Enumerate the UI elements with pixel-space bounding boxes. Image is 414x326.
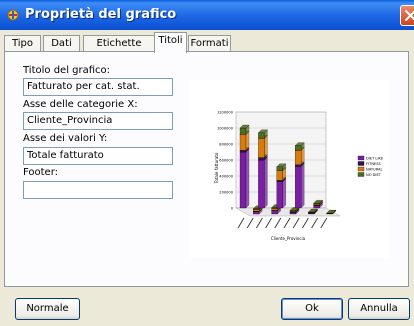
category-axis-input[interactable]: Cliente_Provincia [23, 112, 173, 130]
x-tick-label [292, 217, 300, 229]
tab-titoli[interactable]: Titoli [154, 32, 187, 53]
y-tick-label: 0 [231, 207, 234, 211]
bar [258, 157, 265, 161]
x-tick-label [283, 217, 291, 229]
footer-input[interactable] [23, 181, 173, 199]
chart-title-input[interactable]: Fatturato per cat. stat. [23, 78, 173, 96]
tab-dati[interactable]: Dati [43, 35, 80, 52]
x-tick-label [302, 217, 309, 229]
y-tick-label: 800000 [219, 143, 233, 147]
bar [276, 166, 283, 171]
bar [271, 210, 278, 215]
y-tick-label: 1200000 [217, 111, 234, 115]
y-axis-label: Totale fatturato [214, 152, 219, 184]
close-button[interactable] [400, 5, 414, 26]
chart-properties-dialog: Proprietà del grafico Tipo Dati Etichett… [0, 0, 414, 326]
bar [258, 138, 265, 158]
bar [276, 180, 283, 182]
bar [253, 209, 260, 212]
bar [313, 203, 320, 206]
legend-swatch [357, 161, 365, 166]
bar [253, 211, 260, 215]
value-axis-label: Asse dei valori Y: [23, 133, 108, 144]
x-tick-label [265, 217, 272, 229]
chart-properties-icon [7, 9, 19, 21]
tab-formati[interactable]: Formati [188, 35, 231, 52]
y-tick-label: 200000 [219, 191, 233, 195]
bar [295, 164, 302, 167]
bar [295, 145, 302, 151]
legend-entry: FITNESS [366, 162, 382, 166]
y-tick-label: 1000000 [217, 127, 234, 131]
bar [258, 159, 265, 209]
chart-floor [235, 207, 341, 217]
bar-side [245, 131, 250, 151]
footer-label: Footer: [23, 167, 59, 178]
bar-side [264, 135, 268, 158]
bar [276, 181, 283, 209]
window-title: Proprietà del grafico [25, 7, 177, 22]
y-tick-label: 400000 [219, 175, 233, 179]
bar-side [301, 163, 305, 209]
legend-entry: DIET LIKE [366, 157, 384, 161]
bar [295, 166, 302, 209]
category-axis-label: Asse delle categorie X: [23, 99, 138, 110]
bar [239, 134, 247, 151]
title-bar: Proprietà del grafico [0, 0, 414, 30]
cancel-button[interactable]: Annulla [348, 298, 410, 320]
bar [276, 170, 283, 181]
chart-title-label: Titolo del grafico: [23, 65, 111, 76]
chart-preview: 0 200000 400000 600000 800000 1000000 1200000 T… [190, 80, 389, 258]
legend-swatch [357, 155, 365, 161]
bar [271, 208, 278, 211]
bar-side [264, 156, 268, 209]
bar [313, 205, 320, 209]
legend-entry: NATURAL [366, 168, 383, 172]
x-tick-label [246, 217, 254, 229]
x-tick-label [237, 217, 245, 229]
x-tick-label [311, 217, 318, 229]
x-tick-label [320, 217, 328, 229]
x-tick-label [256, 217, 263, 229]
bar [295, 150, 302, 165]
y-tick-label: 600000 [219, 159, 233, 163]
bar [289, 212, 297, 215]
legend-swatch [357, 172, 365, 177]
bar [258, 132, 265, 139]
chart-svg: 0 200000 400000 600000 800000 1000000 1200000 T… [214, 111, 384, 242]
ok-button[interactable]: Ok [281, 298, 343, 320]
x-tick-label [274, 217, 282, 229]
x-axis-label: Cliente_Provincia [271, 236, 306, 241]
legend-swatch [357, 166, 365, 172]
tab-etichette-serie[interactable]: Etichette serie [83, 35, 155, 64]
bar-side [282, 178, 286, 209]
bar [239, 127, 247, 135]
bar [239, 151, 247, 209]
normal-button[interactable]: Normale [15, 298, 80, 320]
tab-tipo[interactable]: Tipo [4, 35, 41, 52]
bar-side [245, 148, 250, 209]
bar [239, 150, 247, 153]
close-icon [405, 10, 414, 21]
legend-entry: NO DIET [366, 173, 382, 177]
value-axis-input[interactable]: Totale fatturato [23, 147, 173, 165]
